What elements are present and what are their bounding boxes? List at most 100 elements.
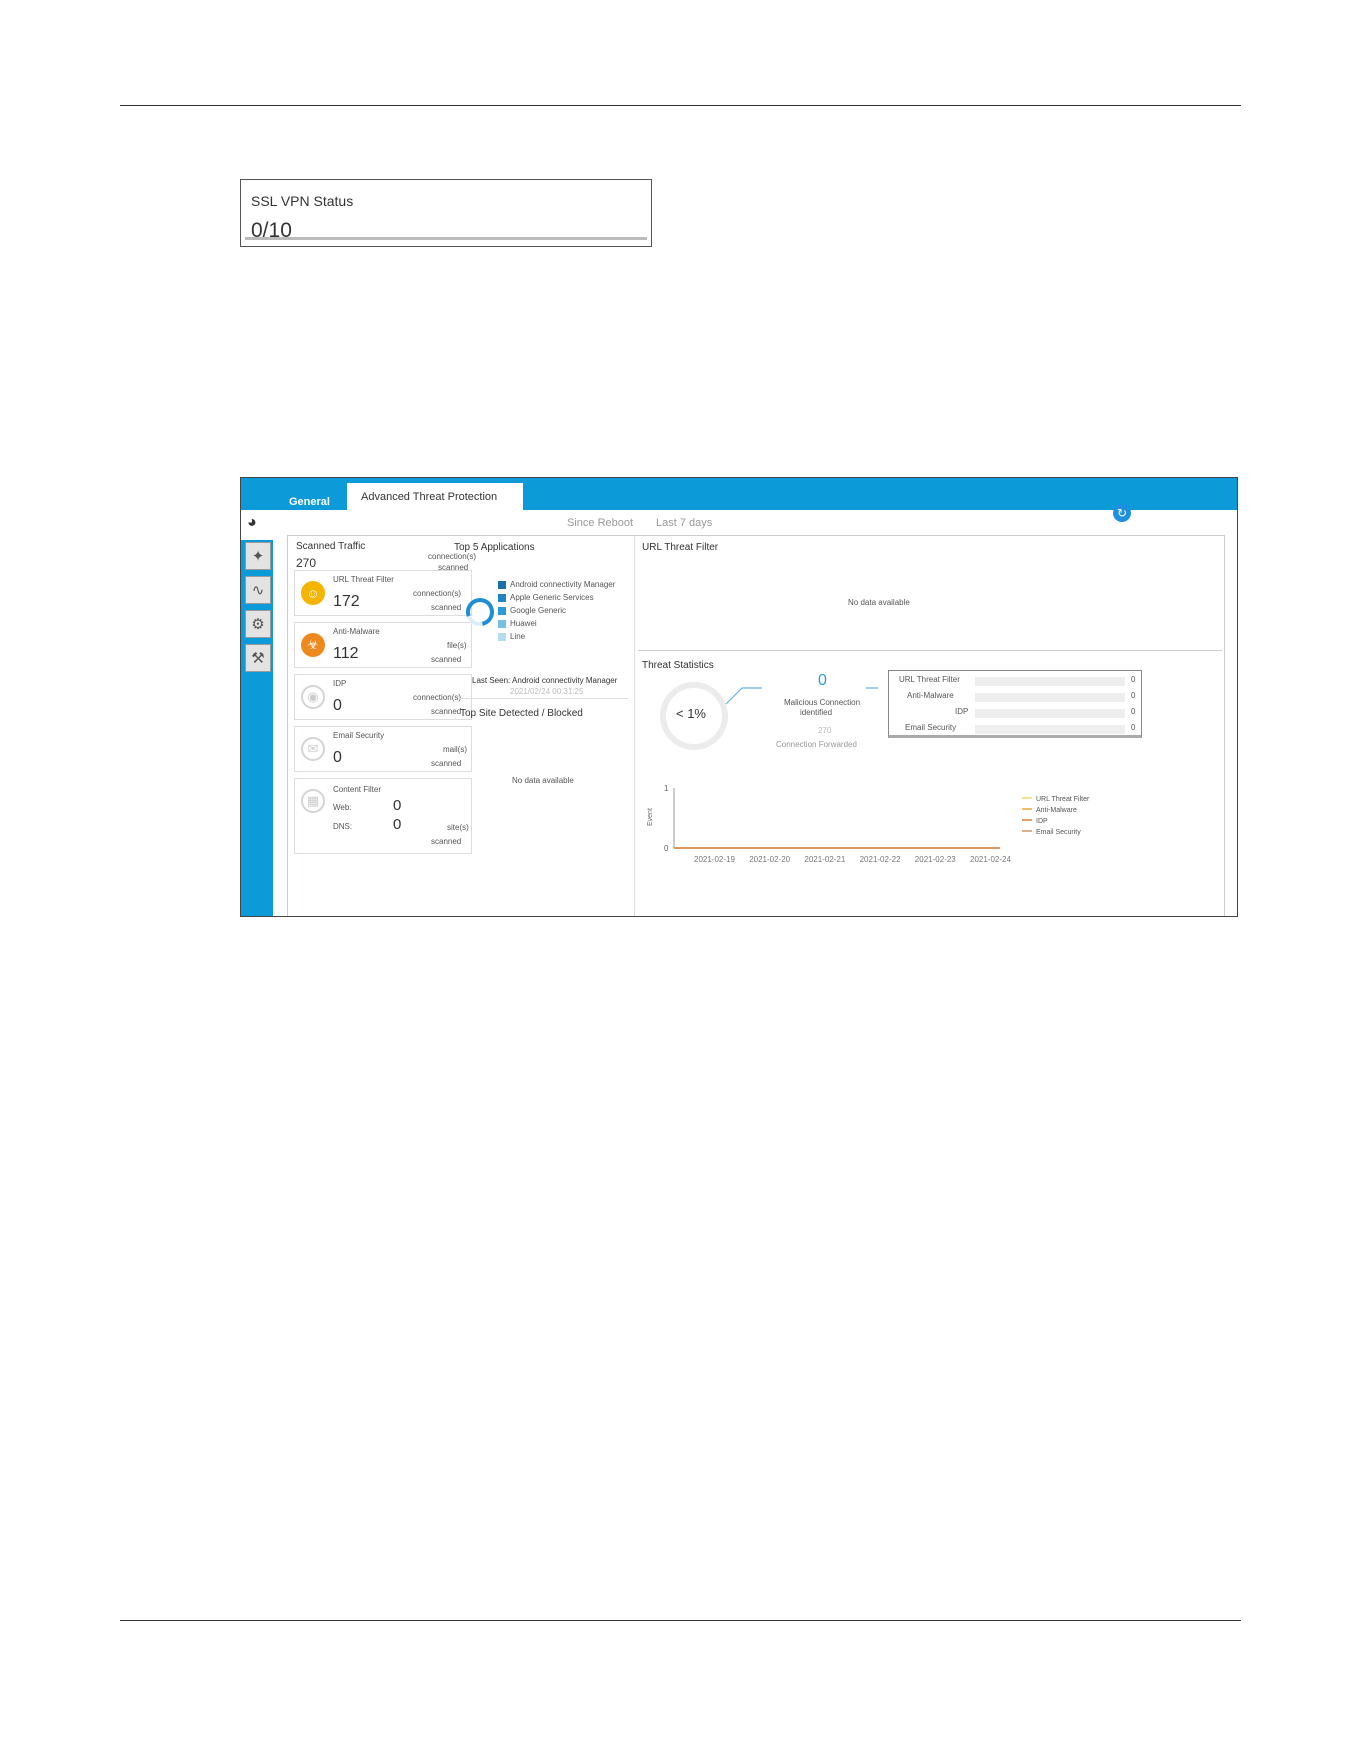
top5-divider: [460, 698, 628, 699]
shield-icon: ◉: [301, 685, 325, 709]
threat-row-value: 0: [1131, 723, 1136, 732]
threat-row-value: 0: [1131, 707, 1136, 716]
card-value: 0: [333, 749, 342, 766]
threat-row: URL Threat Filter 0: [889, 674, 1139, 688]
threat-row-value: 0: [1131, 675, 1136, 684]
card-unit2: scanned: [431, 655, 462, 664]
dns-label: DNS:: [333, 822, 353, 831]
web-label: Web:: [333, 803, 352, 812]
footer-rule: [120, 1620, 1241, 1621]
threat-row: Email Security 0: [889, 722, 1139, 736]
y-tick-label: 1: [664, 784, 669, 793]
url-threat-divider: [638, 650, 1222, 651]
threat-row-label: Email Security: [905, 723, 957, 732]
left-rail-blue: ✦ ∿ ⚙ ⚒: [241, 540, 273, 916]
threat-row: Anti-Malware 0: [889, 690, 1139, 704]
malicious-label: Malicious Connection: [784, 698, 861, 707]
card-unit2: scanned: [431, 603, 462, 612]
wizard-icon[interactable]: ✦: [245, 542, 271, 570]
forwarded-value: 270: [818, 726, 832, 735]
card-email-security[interactable]: ✉ Email Security 0 mail(s) scanned: [294, 726, 472, 772]
legend-swatch-5: [498, 633, 506, 641]
card-unit2: scanned: [431, 837, 462, 846]
threat-row-label: IDP: [955, 707, 969, 716]
card-title: URL Threat Filter: [333, 575, 394, 584]
card-title: Anti-Malware: [333, 627, 380, 636]
forwarded-label: Connection Forwarded: [776, 740, 857, 749]
content-frame: Scanned Traffic 270 connection(s) scanne…: [287, 535, 1225, 916]
left-rail: ◕ ✦ ∿ ⚙ ⚒: [241, 510, 273, 916]
y-tick-label: 0: [664, 844, 669, 853]
threat-row-bar: [975, 693, 1125, 702]
card-unit: connection(s): [413, 693, 462, 702]
legend-label-0: URL Threat Filter: [1036, 796, 1090, 803]
card-anti-malware[interactable]: ☣ Anti-Malware 112 file(s) scanned: [294, 622, 472, 668]
top-site-title: Top Site Detected / Blocked: [460, 708, 583, 719]
card-value: 112: [333, 645, 359, 662]
card-unit: site(s): [447, 823, 469, 832]
tab-advanced-threat-protection[interactable]: Advanced Threat Protection: [347, 483, 523, 510]
url-threat-filter-empty: No data available: [848, 598, 910, 607]
legend-label-2: Apple Generic Services: [510, 593, 594, 602]
biohazard-icon: ☣: [301, 633, 325, 657]
last-7-days-label: Last 7 days: [656, 517, 713, 529]
scanned-traffic-value: 270: [296, 556, 317, 570]
card-unit: connection(s): [413, 589, 462, 598]
dashboard-screenshot: General Advanced Threat Protection ◕ ✦ ∿…: [240, 477, 1238, 917]
since-reboot-label: Since Reboot: [567, 517, 634, 529]
dashboard-gauge-icon[interactable]: ◕: [247, 514, 257, 532]
dns-value: 0: [393, 816, 402, 833]
legend-label-3: Google Generic: [510, 606, 567, 615]
card-value: 172: [333, 593, 360, 610]
threat-row: IDP 0: [889, 706, 1139, 720]
x-tick-label: 2021-02-24: [970, 855, 1011, 864]
threat-row-bar: [975, 709, 1125, 718]
legend-label-4: Huawei: [510, 619, 537, 628]
last-seen-label: Last Seen: Android connectivity Manager: [472, 676, 618, 685]
card-title: IDP: [333, 679, 347, 688]
card-idp[interactable]: ◉ IDP 0 connection(s) scanned: [294, 674, 472, 720]
header-rule: [120, 105, 1241, 106]
legend-swatch-2: [498, 594, 506, 602]
threat-row-label: URL Threat Filter: [899, 675, 960, 684]
ssl-vpn-value: 0/10: [251, 219, 292, 242]
legend-label-3: Email Security: [1036, 829, 1081, 836]
top5-donut: [466, 598, 494, 626]
card-title: Email Security: [333, 731, 385, 740]
x-tick-label: 2021-02-20: [749, 855, 790, 864]
card-value: 0: [333, 697, 342, 714]
card-url-threat-filter[interactable]: ☺ URL Threat Filter 172 connection(s) sc…: [294, 570, 472, 616]
maintenance-icon[interactable]: ⚒: [245, 644, 271, 672]
legend-label-1: Android connectivity Manager: [510, 580, 616, 589]
last-seen-time: 2021/02/24 00:31:25: [510, 687, 584, 696]
card-content-filter[interactable]: ▦ Content Filter Web: 0 DNS: 0 site(s) s…: [294, 778, 472, 854]
gear-icon[interactable]: ⚙: [245, 610, 271, 638]
monitor-icon[interactable]: ∿: [245, 576, 271, 604]
event-chart: 0 1 Event 2021-02-19 2021-02-20 2021-02-21 202…: [647, 784, 1090, 864]
web-value: 0: [393, 797, 402, 814]
threat-table: URL Threat Filter 0 Anti-Malware 0 IDP 0…: [888, 670, 1142, 738]
threat-row-bar: [975, 725, 1125, 734]
refresh-icon[interactable]: ↻: [1113, 504, 1131, 522]
x-tick-label: 2021-02-19: [694, 855, 735, 864]
card-unit: file(s): [447, 641, 467, 650]
threat-row-value: 0: [1131, 691, 1136, 700]
card-unit2: scanned: [431, 759, 462, 768]
ssl-vpn-status-widget: SSL VPN Status 0/10: [240, 179, 652, 247]
top-site-empty: No data available: [512, 776, 574, 785]
robot-icon: ☺: [301, 581, 325, 605]
legend-label-1: Anti-Malware: [1036, 807, 1077, 814]
main-panel: Since Reboot Last 7 days ↻ Scanned Traff…: [273, 504, 1237, 916]
threat-row-bar: [975, 677, 1125, 686]
mail-icon: ✉: [301, 737, 325, 761]
top5-title: Top 5 Applications: [454, 542, 535, 553]
x-tick-label: 2021-02-22: [860, 855, 901, 864]
card-unit2: scanned: [431, 707, 462, 716]
card-unit: mail(s): [443, 745, 467, 754]
ssl-vpn-title: SSL VPN Status: [251, 193, 354, 209]
y-axis-label: Event: [647, 808, 654, 826]
malicious-value: 0: [818, 672, 827, 689]
legend-label-2: IDP: [1036, 818, 1048, 825]
legend-swatch-3: [498, 607, 506, 615]
threat-row-label: Anti-Malware: [907, 691, 954, 700]
